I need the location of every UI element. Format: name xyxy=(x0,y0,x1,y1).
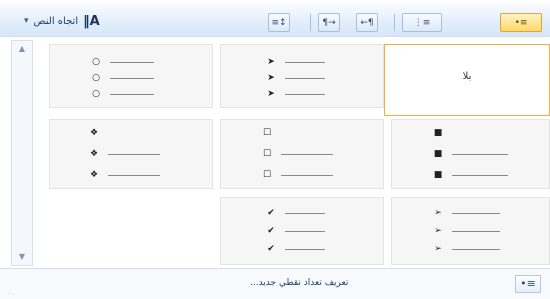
define-new-bullet-link[interactable]: تعريف تعداد نقطي جديد... xyxy=(250,278,348,288)
ltr-paragraph-button[interactable]: ¶→ xyxy=(318,13,340,32)
bullets-icon: •≡ xyxy=(514,17,528,28)
feather-arrow-icon: ➢ xyxy=(434,225,442,236)
scroll-down-icon[interactable]: ▼ xyxy=(12,250,32,264)
gallery-footer: تعريف تعداد نقطي جديد... •≡ · · xyxy=(0,268,550,299)
hollow-square-icon: ☐ xyxy=(262,169,272,180)
hollow-circle-icon: ○ xyxy=(92,72,100,83)
gallery-scrollbar[interactable]: ▲ ▼ xyxy=(11,40,33,266)
define-bullet-icon[interactable]: •≡ xyxy=(515,275,541,293)
bullet-style-hollow-circle[interactable]: ○ ○ ○ xyxy=(49,44,213,108)
resize-grip[interactable]: · · xyxy=(8,291,14,298)
filled-square-icon: ■ xyxy=(433,148,443,159)
checkmark-icon: ✔ xyxy=(267,225,275,236)
chevron-down-icon: ▾ xyxy=(24,16,29,26)
rtl-paragraph-button[interactable]: ←¶ xyxy=(356,13,378,32)
ribbon-toolbar: ‖A اتجاه النص ▾ ≡↕ ¶→ ←¶ ⋮≡ •≡ xyxy=(0,0,550,37)
hollow-square-icon: ☐ xyxy=(262,127,272,138)
rtl-paragraph-icon: ←¶ xyxy=(360,17,374,28)
text-direction-button[interactable]: ‖A اتجاه النص ▾ xyxy=(24,12,100,30)
bullet-library-gallery: ▲ ▼ ○ ○ ○ ➤ ➤ ➤ بلا ❖ ❖ ❖ ☐ ☐ ☐ ■ ■ ■ ✔ … xyxy=(0,36,550,269)
scroll-up-icon[interactable]: ▲ xyxy=(12,42,32,56)
numbering-button[interactable]: ⋮≡ xyxy=(402,13,442,32)
feather-arrow-icon: ➢ xyxy=(434,243,442,254)
four-diamond-icon: ❖ xyxy=(89,148,99,159)
bullet-style-feather-arrow[interactable]: ➢ ➢ ➢ xyxy=(391,197,550,265)
four-diamond-icon: ❖ xyxy=(89,127,99,138)
bullet-style-checkmark[interactable]: ✔ ✔ ✔ xyxy=(220,197,384,265)
text-direction-icon: ‖A xyxy=(83,13,100,29)
hollow-circle-icon: ○ xyxy=(92,88,100,99)
bullet-style-empty xyxy=(49,197,213,265)
filled-square-icon: ■ xyxy=(433,169,443,180)
bullet-style-four-diamond[interactable]: ❖ ❖ ❖ xyxy=(49,119,213,189)
checkmark-icon: ✔ xyxy=(267,207,275,218)
checkmark-icon: ✔ xyxy=(267,243,275,254)
bullet-style-filled-square[interactable]: ■ ■ ■ xyxy=(391,119,550,189)
arrowhead-icon: ➤ xyxy=(267,72,275,83)
filled-square-icon: ■ xyxy=(433,127,443,138)
numbering-icon: ⋮≡ xyxy=(413,17,431,28)
ltr-paragraph-icon: ¶→ xyxy=(322,17,336,28)
none-option-label: بلا xyxy=(462,71,472,82)
hollow-square-icon: ☐ xyxy=(262,148,272,159)
text-direction-label: اتجاه النص xyxy=(33,15,79,27)
line-spacing-button[interactable]: ≡↕ xyxy=(268,13,290,32)
bullet-style-hollow-square[interactable]: ☐ ☐ ☐ xyxy=(220,119,384,189)
separator xyxy=(310,14,311,31)
arrowhead-icon: ➤ xyxy=(267,56,275,67)
arrowhead-icon: ➤ xyxy=(267,88,275,99)
bullets-button[interactable]: •≡ xyxy=(500,13,542,32)
hollow-circle-icon: ○ xyxy=(92,56,100,67)
line-spacing-icon: ≡↕ xyxy=(271,17,287,28)
feather-arrow-icon: ➢ xyxy=(434,207,442,218)
four-diamond-icon: ❖ xyxy=(89,169,99,180)
separator xyxy=(394,14,395,31)
bullet-style-none[interactable]: بلا xyxy=(384,44,550,116)
bullet-style-arrowhead[interactable]: ➤ ➤ ➤ xyxy=(220,44,384,108)
